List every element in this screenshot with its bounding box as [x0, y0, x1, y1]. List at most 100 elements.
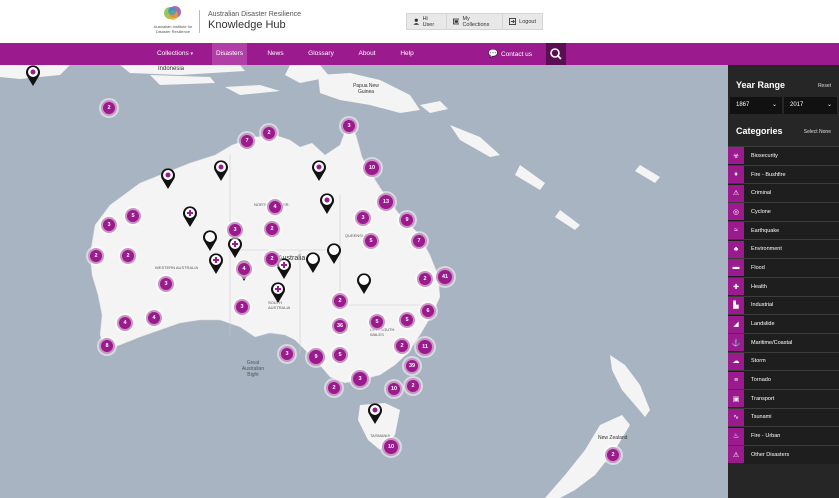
category-maritime-coastal[interactable]: ⚓ Maritime/Coastal [728, 332, 839, 352]
category-criminal[interactable]: ⚠ Criminal [728, 183, 839, 203]
map-cluster[interactable]: 2 [264, 251, 280, 267]
map-cluster[interactable]: 2 [120, 248, 136, 264]
logout-button[interactable]: Logout [503, 14, 542, 29]
category-flood[interactable]: ▬ Flood [728, 258, 839, 277]
map-pin-health-icon[interactable] [270, 282, 286, 304]
map-cluster[interactable]: 6 [420, 303, 436, 319]
map-cluster[interactable]: 3 [351, 370, 369, 388]
map-pin-health-icon[interactable] [182, 206, 198, 228]
map-cluster[interactable]: 2 [264, 221, 280, 237]
contact-us-link[interactable]: 💬 Contact us [488, 43, 536, 65]
map-pin-health-icon[interactable] [208, 253, 224, 275]
map-cluster[interactable]: 8 [99, 338, 115, 354]
select-none-link[interactable]: Select None [804, 129, 831, 135]
map-cluster[interactable]: 2 [332, 293, 348, 309]
map-pin-storm-icon[interactable] [326, 243, 342, 265]
map-pin-environment-icon[interactable] [305, 252, 321, 274]
map-cluster[interactable]: 3 [227, 222, 243, 238]
map-cluster[interactable]: 4 [117, 315, 133, 331]
category-fire-bushfire[interactable]: ♦ Fire - Bushfire [728, 164, 839, 184]
map-pin-health-icon[interactable] [227, 237, 243, 259]
disaster-map[interactable]: Indonesia Papua New Guinea NORTHERN TERR… [0, 65, 728, 498]
map-cluster[interactable]: 3 [279, 346, 295, 362]
map-cluster[interactable]: 10 [386, 381, 402, 397]
aidr-logo[interactable]: Australian Institute for Disaster Resili… [148, 4, 198, 38]
map-cluster[interactable]: 7 [411, 233, 427, 249]
nav-news[interactable]: News [262, 43, 289, 65]
category-tsunami[interactable]: ∿ Tsunami [728, 407, 839, 427]
map-cluster[interactable]: 3 [341, 118, 357, 134]
search-button[interactable] [546, 43, 566, 65]
map-cluster[interactable]: 11 [416, 338, 434, 356]
flame-icon: ♦ [728, 166, 744, 184]
map-cluster[interactable]: 4 [146, 310, 162, 326]
map-pin-storm-icon[interactable] [356, 273, 372, 295]
map-cluster[interactable]: 5 [332, 347, 348, 363]
category-tornado[interactable]: ≡ Tornado [728, 370, 839, 389]
my-collections-button[interactable]: My Collections [447, 14, 504, 29]
map-cluster[interactable]: 5 [399, 312, 415, 328]
category-environment[interactable]: ♣ Environment [728, 239, 839, 259]
map-cluster[interactable]: 41 [436, 268, 454, 286]
category-health[interactable]: ✚ Health [728, 276, 839, 296]
map-cluster[interactable]: 5 [369, 314, 385, 330]
category-label: Industrial [751, 302, 774, 309]
year-from-select[interactable]: 1867 ⌄ [730, 97, 782, 114]
map-cluster[interactable]: 2 [261, 125, 277, 141]
map-pin-biohazard-icon[interactable] [25, 65, 41, 87]
map-pin-flood-icon[interactable] [319, 193, 335, 215]
map-cluster[interactable]: 5 [363, 233, 379, 249]
map-pin-flood-icon[interactable] [213, 160, 229, 182]
map-cluster[interactable]: 5 [125, 208, 141, 224]
user-bar: Hi User My Collections Logout [406, 13, 543, 30]
map-cluster[interactable]: 10 [363, 159, 381, 177]
map-cluster[interactable]: 2 [405, 378, 421, 394]
map-cluster[interactable]: 3 [355, 210, 371, 226]
year-to-select[interactable]: 2017 ⌄ [784, 97, 837, 114]
label-new-zealand: New Zealand [598, 435, 628, 441]
nav-glossary[interactable]: Glossary [304, 43, 338, 65]
site-title[interactable]: Knowledge Hub [208, 19, 286, 31]
map-cluster[interactable]: 2 [417, 271, 433, 287]
map-pin-environment-icon[interactable] [202, 230, 218, 252]
map-cluster[interactable]: 4 [267, 199, 283, 215]
map-cluster[interactable]: 9 [399, 212, 415, 228]
nav-help[interactable]: Help [396, 43, 418, 65]
map-cluster[interactable]: 39 [404, 358, 420, 374]
map-cluster[interactable]: 2 [101, 100, 117, 116]
map-cluster[interactable]: 7 [239, 133, 255, 149]
hi-user-button[interactable]: Hi User [407, 14, 447, 29]
map-pin-cyclone-icon[interactable] [160, 168, 176, 190]
category-industrial[interactable]: ▙ Industrial [728, 295, 839, 315]
map-cluster[interactable]: 3 [158, 276, 174, 292]
map-cluster-new-zealand[interactable]: 2 [605, 447, 621, 463]
map-cluster-tasmania[interactable]: 10 [382, 438, 400, 456]
maritime-icon: ⚓ [728, 334, 744, 352]
category-landslide[interactable]: ◢ Landslide [728, 314, 839, 333]
map-cluster[interactable]: 36 [332, 318, 348, 334]
chat-bubble-icon: 💬 [488, 49, 498, 58]
category-fire-urban[interactable]: ♨ Fire - Urban [728, 426, 839, 445]
map-pin-cyclone-icon[interactable] [311, 160, 327, 182]
map-cluster[interactable]: 2 [394, 338, 410, 354]
map-cluster[interactable]: 4 [236, 261, 252, 277]
nav-disasters[interactable]: Disasters [212, 43, 247, 65]
nav-collections[interactable]: Collections ▾ [146, 43, 204, 65]
category-transport[interactable]: ▣ Transport [728, 388, 839, 408]
map-cluster[interactable]: 2 [326, 380, 342, 396]
map-cluster[interactable]: 9 [307, 348, 325, 366]
category-biosecurity[interactable]: ☣ Biosecurity [728, 146, 839, 165]
map-cluster[interactable]: 3 [234, 299, 250, 315]
reset-link[interactable]: Reset [818, 83, 831, 89]
map-cluster[interactable]: 13 [377, 193, 395, 211]
category-earthquake[interactable]: ≈ Earthquake [728, 220, 839, 240]
map-cluster[interactable]: 2 [88, 248, 104, 264]
nav-about[interactable]: About [352, 43, 382, 65]
map-cluster[interactable]: 3 [101, 217, 117, 233]
category-other-disasters[interactable]: ⚠ Other Disasters [728, 445, 839, 464]
category-storm[interactable]: ☁ Storm [728, 351, 839, 371]
category-cyclone[interactable]: ◎ Cyclone [728, 202, 839, 221]
main-nav: Collections ▾ Disasters News Glossary Ab… [0, 43, 839, 65]
map-pin-flood-icon[interactable] [367, 403, 383, 425]
header-divider [199, 10, 200, 33]
